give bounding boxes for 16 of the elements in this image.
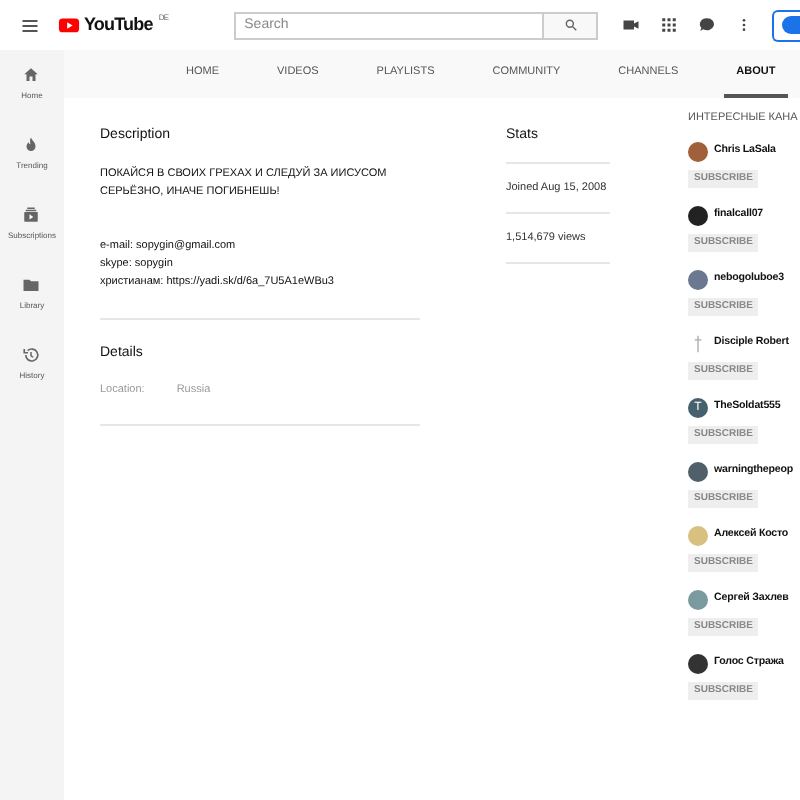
chat-bubble-icon[interactable] (698, 16, 716, 34)
menu-icon[interactable] (20, 15, 40, 35)
flame-icon (22, 136, 41, 154)
avatar-circle[interactable] (688, 206, 708, 227)
history-icon (22, 346, 41, 364)
video-camera-icon[interactable] (622, 16, 640, 34)
play-logo-icon (58, 14, 80, 36)
avatar-circle[interactable] (688, 654, 708, 675)
apps-grid-icon[interactable] (660, 16, 678, 34)
home-icon (22, 66, 41, 84)
account-avatar[interactable] (772, 9, 800, 41)
subscriptions-icon (22, 206, 41, 224)
search-icon (563, 18, 578, 32)
folder-icon (22, 276, 41, 294)
logo-text[interactable]: YouTube (84, 16, 153, 34)
avatar-circle[interactable] (688, 462, 708, 483)
